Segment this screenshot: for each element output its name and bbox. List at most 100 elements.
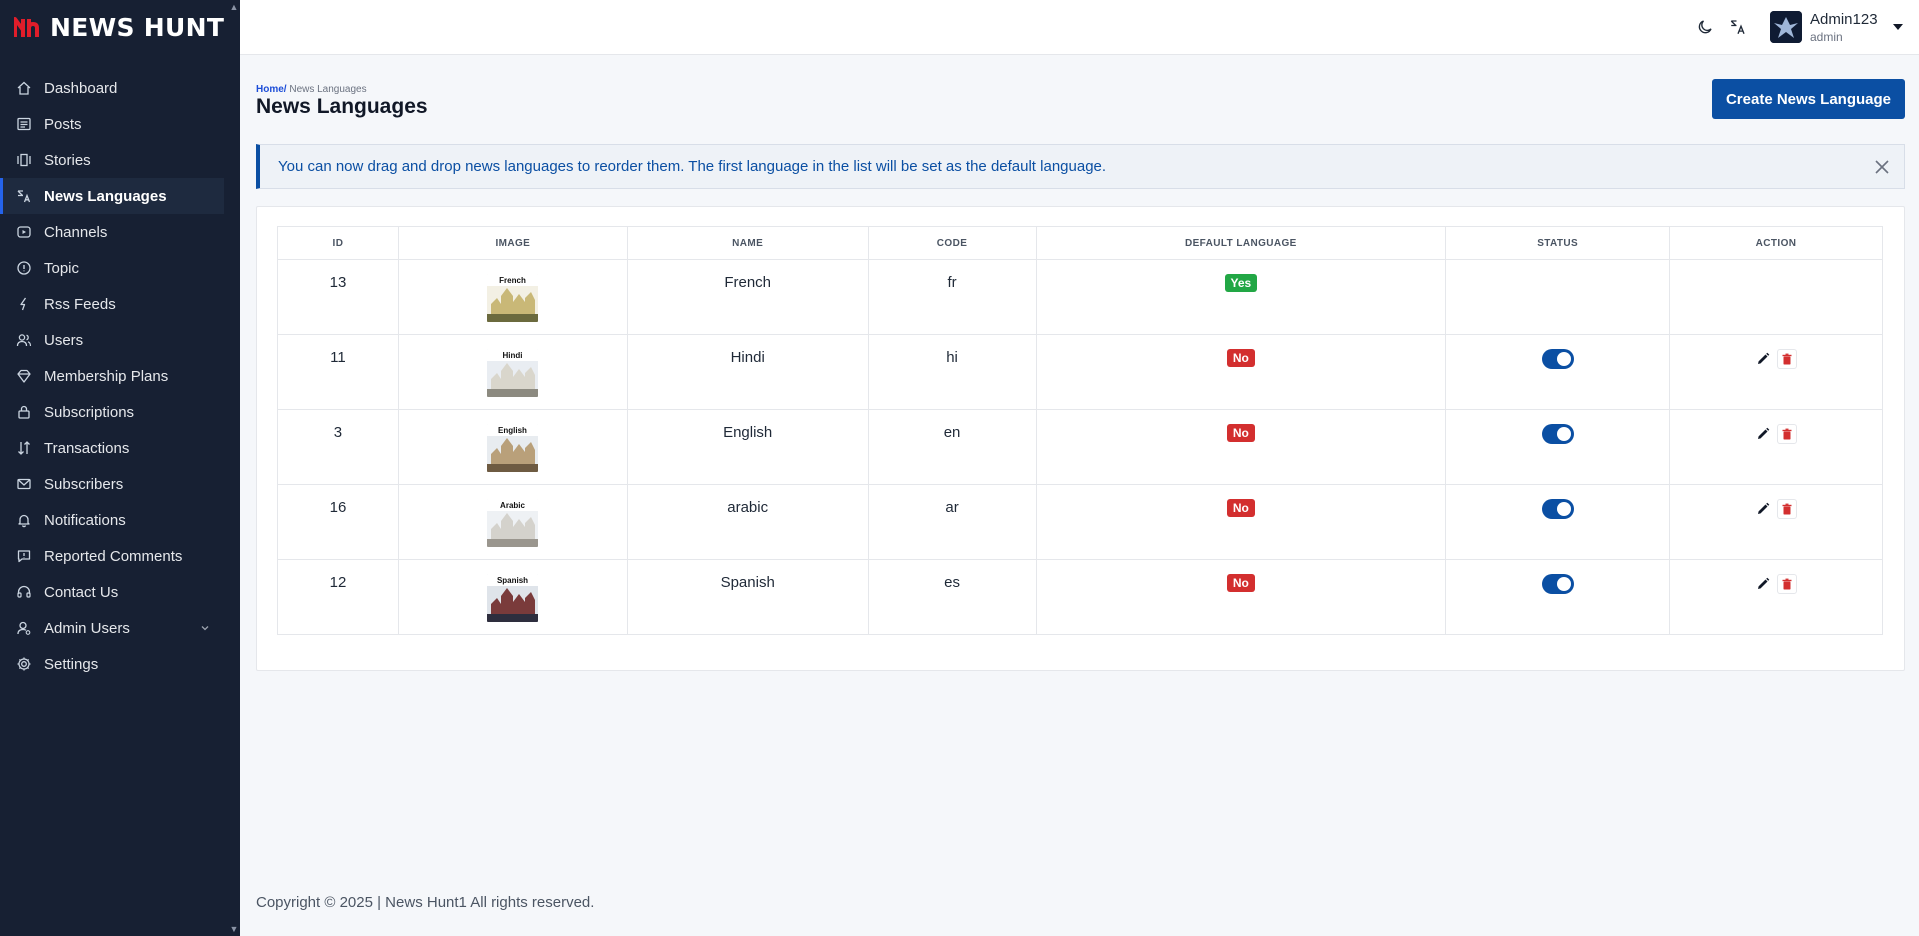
alert-text: You can now drag and drop news languages… [278, 158, 1107, 175]
sidebar-item-membership-plans[interactable]: Membership Plans [0, 358, 224, 394]
cell-name: Hindi [626, 334, 869, 410]
create-news-language-button[interactable]: Create News Language [1712, 79, 1905, 119]
sidebar-item-users[interactable]: Users [0, 322, 224, 358]
sidebar-item-subscriptions[interactable]: Subscriptions [0, 394, 224, 430]
user-menu-caret-icon[interactable] [1892, 22, 1904, 32]
status-toggle[interactable] [1541, 349, 1574, 369]
scroll-down-arrow-icon[interactable]: ▼ [228, 922, 240, 936]
cell-default-language: Yes [1035, 259, 1447, 335]
sidebar-item-label: Subscriptions [44, 403, 135, 421]
default-no-badge: No [1226, 424, 1255, 442]
language-thumbnail: Arabic [487, 499, 539, 547]
sidebar-item-news-languages[interactable]: News Languages [0, 178, 224, 214]
status-toggle[interactable] [1541, 499, 1574, 519]
sidebar-item-dashboard[interactable]: Dashboard [0, 70, 224, 106]
avatar[interactable] [1770, 11, 1802, 43]
trash-icon [1782, 503, 1792, 515]
trash-icon [1782, 578, 1792, 590]
edit-pencil-icon[interactable] [1755, 351, 1771, 367]
column-header-id: ID [277, 226, 399, 260]
status-toggle[interactable] [1541, 574, 1574, 594]
table-row[interactable]: 11 Hindi Hindi hi No [277, 334, 1883, 410]
sidebar: ▲ NEWS HUNT Dashboard Posts Stories News La… [0, 0, 240, 936]
cell-image: French [397, 259, 628, 335]
table-row[interactable]: 12 Spanish Spanish es No [277, 559, 1883, 635]
cell-status [1445, 259, 1671, 335]
news-hunt-logo-icon [14, 17, 39, 37]
edit-pencil-icon[interactable] [1755, 576, 1771, 592]
default-yes-badge: Yes [1224, 274, 1258, 292]
language-translate-icon[interactable] [1729, 18, 1747, 36]
headset-icon [16, 584, 32, 600]
edit-pencil-icon[interactable] [1755, 501, 1771, 517]
gear-icon [16, 656, 32, 672]
breadcrumb: Home/ News Languages [256, 84, 367, 95]
default-no-badge: No [1226, 349, 1255, 367]
table-row[interactable]: 13 French French fr Yes [277, 259, 1883, 335]
cell-image: English [397, 409, 628, 485]
sidebar-item-settings[interactable]: Settings [0, 646, 224, 682]
sidebar-item-subscribers[interactable]: Subscribers [0, 466, 224, 502]
top-header: Admin123 admin [240, 0, 1919, 55]
close-icon[interactable] [1874, 159, 1890, 175]
sidebar-item-admin-users[interactable]: Admin Users [0, 610, 224, 646]
sidebar-item-notifications[interactable]: Notifications [0, 502, 224, 538]
cell-image: Hindi [397, 334, 628, 410]
language-image-label: French [499, 276, 526, 285]
cell-code: ar [867, 484, 1037, 560]
column-header-status: STATUS [1445, 226, 1671, 260]
rss-icon [16, 296, 32, 312]
column-header-name: NAME [626, 226, 869, 260]
mail-icon [16, 476, 32, 492]
sidebar-item-posts[interactable]: Posts [0, 106, 224, 142]
table-row[interactable]: 16 Arabic arabic ar No [277, 484, 1883, 560]
posts-icon [16, 116, 32, 132]
cell-default-language: No [1035, 409, 1447, 485]
chevron-down-icon[interactable] [200, 623, 210, 633]
sidebar-item-label: Users [44, 331, 84, 349]
breadcrumb-current: News Languages [286, 84, 367, 95]
sidebar-item-topic[interactable]: Topic [0, 250, 224, 286]
column-header-default-language: DEFAULT LANGUAGE [1035, 226, 1447, 260]
sidebar-item-contact-us[interactable]: Contact Us [0, 574, 224, 610]
delete-button[interactable] [1777, 574, 1798, 594]
footer-copyright: Copyright © 2025 | News Hunt1 All rights… [256, 894, 595, 911]
sidebar-item-rss-feeds[interactable]: Rss Feeds [0, 286, 224, 322]
language-image: Arabic [487, 499, 539, 547]
admin-user-icon [16, 620, 32, 636]
brand[interactable]: NEWS HUNT [0, 0, 240, 54]
users-icon [16, 332, 32, 348]
topic-icon [16, 260, 32, 276]
sidebar-item-label: News Languages [44, 187, 167, 205]
column-header-action: ACTION [1669, 226, 1883, 260]
cell-code: es [867, 559, 1037, 635]
cell-code: en [867, 409, 1037, 485]
sidebar-item-transactions[interactable]: Transactions [0, 430, 224, 466]
brand-name: NEWS HUNT [50, 12, 225, 42]
delete-button[interactable] [1777, 499, 1798, 519]
breadcrumb-home-link[interactable]: Home/ [256, 84, 287, 95]
scroll-up-arrow-icon[interactable]: ▲ [228, 0, 240, 14]
play-icon [16, 224, 32, 240]
cell-action [1669, 409, 1883, 485]
edit-pencil-icon[interactable] [1755, 426, 1771, 442]
sidebar-item-reported-comments[interactable]: Reported Comments [0, 538, 224, 574]
cell-name: arabic [626, 484, 869, 560]
row-actions [1755, 574, 1798, 594]
language-thumbnail: French [487, 274, 539, 322]
delete-button[interactable] [1777, 349, 1798, 369]
sidebar-item-label: Reported Comments [44, 547, 183, 565]
table-row[interactable]: 3 English English en No [277, 409, 1883, 485]
sidebar-item-label: Notifications [44, 511, 126, 529]
user-name[interactable]: Admin123 [1810, 11, 1878, 28]
language-image-label: Arabic [500, 501, 525, 510]
cell-status [1445, 409, 1671, 485]
dark-mode-moon-icon[interactable] [1696, 18, 1714, 36]
sidebar-item-stories[interactable]: Stories [0, 142, 224, 178]
status-toggle[interactable] [1541, 424, 1574, 444]
trash-icon [1782, 353, 1792, 365]
sidebar-item-channels[interactable]: Channels [0, 214, 224, 250]
cell-id: 16 [277, 484, 399, 560]
cell-action [1669, 559, 1883, 635]
delete-button[interactable] [1777, 424, 1798, 444]
